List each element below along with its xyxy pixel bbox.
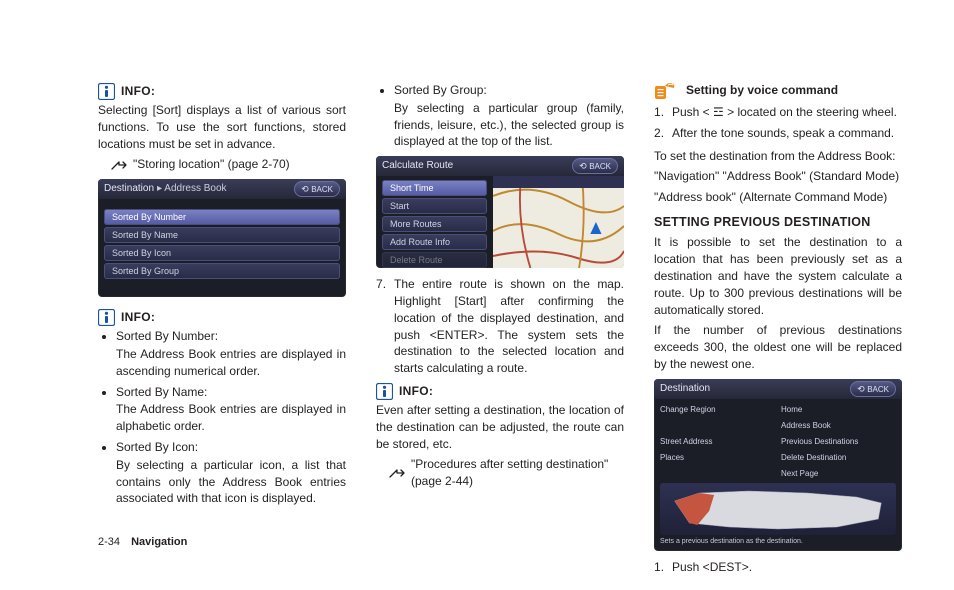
- info-label: INFO:: [121, 83, 155, 100]
- step-1: Push <DEST>.: [654, 559, 902, 576]
- shot-titlebar: Destination BACK: [654, 379, 902, 399]
- menu-item[interactable]: Places: [660, 451, 775, 465]
- paragraph: It is possible to set the destination to…: [654, 234, 902, 318]
- menu-list: Short Time Start More Routes Add Route Info…: [376, 176, 493, 268]
- shot-title: Destination: [104, 182, 154, 196]
- info-heading: INFO:: [98, 309, 346, 326]
- item-desc: By selecting a particular group (family,…: [394, 100, 624, 150]
- back-button[interactable]: BACK: [850, 381, 896, 398]
- list-item: Sorted By Icon: By selecting a particular…: [116, 439, 346, 507]
- menu-list: Sorted By Number Sorted By Name Sorted By …: [98, 199, 346, 287]
- step: After the tone sounds, speak a command.: [654, 125, 902, 142]
- page-number: 2-34: [98, 535, 120, 550]
- xref-text: "Procedures after setting destination" (…: [411, 456, 624, 490]
- voice-title: Setting by voice command: [686, 82, 838, 99]
- sort-explanations-cont: Sorted By Group: By selecting a particul…: [394, 82, 624, 150]
- menu-item[interactable]: Previous Destinations: [781, 435, 896, 449]
- menu-item[interactable]: Add Route Info: [382, 234, 487, 250]
- menu-item[interactable]: Sorted By Number: [104, 209, 340, 225]
- info-heading: INFO:: [98, 83, 346, 100]
- back-button[interactable]: BACK: [572, 158, 618, 175]
- step-4: The entire route is shown on the map. Hi…: [376, 276, 624, 377]
- xref-text: "Storing location" (page 2-70): [133, 156, 290, 173]
- menu-item[interactable]: Sorted By Name: [104, 227, 340, 243]
- breadcrumb: ▸ Address Book: [157, 182, 227, 196]
- step-list: The entire route is shown on the map. Hi…: [376, 276, 624, 377]
- item-title: Sorted By Number:: [116, 329, 218, 343]
- list-item: Sorted By Name: The Address Book entries …: [116, 384, 346, 435]
- info-icon: [98, 83, 115, 100]
- info-label: INFO:: [121, 309, 155, 326]
- xref-procedures: "Procedures after setting destination" (…: [388, 456, 624, 490]
- item-desc: The Address Book entries are displayed i…: [116, 401, 346, 435]
- sort-explanations: Sorted By Number: The Address Book entrie…: [116, 328, 346, 507]
- info-label: INFO:: [399, 383, 433, 400]
- voice-icon: [654, 80, 678, 100]
- map-preview: [493, 176, 624, 268]
- menu-item[interactable]: Change Region: [660, 403, 775, 417]
- menu-item[interactable]: Short Time: [382, 180, 487, 196]
- shot-title: Calculate Route: [382, 159, 453, 173]
- menu-item[interactable]: Next Page: [781, 467, 896, 481]
- item-title: Sorted By Group:: [394, 83, 487, 97]
- page-footer: 2-34 Navigation: [98, 535, 187, 550]
- paragraph: To set the destination from the Address …: [654, 148, 902, 165]
- menu-right: Home Address Book Previous Destinations Del…: [781, 403, 896, 481]
- item-desc: The Address Book entries are displayed i…: [116, 346, 346, 380]
- info-heading: INFO:: [376, 383, 624, 400]
- paragraph: "Navigation" "Address Book" (Standard Mo…: [654, 168, 902, 185]
- menu-item[interactable]: Sorted By Icon: [104, 245, 340, 261]
- item-desc: By selecting a particular icon, a list t…: [116, 457, 346, 507]
- step: Push < ☲ > located on the steering wheel…: [654, 104, 902, 121]
- menu-item[interactable]: Delete Destination: [781, 451, 896, 465]
- item-title: Sorted By Icon:: [116, 440, 198, 454]
- region-map: [660, 483, 896, 535]
- list-item: Sorted By Number: The Address Book entrie…: [116, 328, 346, 379]
- menu-left: Change Region Street Address Places: [660, 403, 775, 481]
- screenshot-destination: Destination BACK Change Region Street Add…: [654, 379, 902, 551]
- paragraph: If the number of previous destinations e…: [654, 322, 902, 372]
- menu-grid: Change Region Street Address Places Home Ad…: [654, 399, 902, 483]
- menu-item[interactable]: Sorted By Group: [104, 263, 340, 279]
- voice-steps: Push < ☲ > located on the steering wheel…: [654, 104, 902, 142]
- shot-titlebar: Destination ▸ Address Book BACK: [98, 179, 346, 199]
- step-list: Push <DEST>.: [654, 559, 902, 576]
- info-body: Selecting [Sort] displays a list of vari…: [98, 102, 346, 152]
- xref-storing-location: "Storing location" (page 2-70): [110, 156, 346, 173]
- info-icon: [376, 383, 393, 400]
- menu-item[interactable]: Street Address: [660, 435, 775, 449]
- menu-item[interactable]: More Routes: [382, 216, 487, 232]
- item-title: Sorted By Name:: [116, 385, 207, 399]
- menu-item[interactable]: [660, 419, 775, 433]
- menu-item[interactable]: Address Book: [781, 419, 896, 433]
- voice-heading: Setting by voice command: [654, 80, 902, 100]
- info-body: Even after setting a destination, the lo…: [376, 402, 624, 452]
- list-item: Sorted By Group: By selecting a particul…: [394, 82, 624, 150]
- page-category: Navigation: [131, 536, 187, 548]
- section-heading: Setting previous destination: [654, 214, 902, 232]
- back-button[interactable]: BACK: [294, 181, 340, 198]
- hint-text: Sets a previous destination as the desti…: [654, 537, 902, 551]
- shot-title: Destination: [660, 382, 710, 396]
- menu-item[interactable]: Delete Route: [382, 252, 487, 268]
- menu-item[interactable]: Home: [781, 403, 896, 417]
- menu-item[interactable]: Start: [382, 198, 487, 214]
- shot-titlebar: Calculate Route BACK: [376, 156, 624, 176]
- xref-icon: [388, 467, 406, 479]
- xref-icon: [110, 159, 128, 171]
- paragraph: "Address book" (Alternate Command Mode): [654, 189, 902, 206]
- screenshot-sort-menu: Destination ▸ Address Book BACK Sorted B…: [98, 179, 346, 297]
- screenshot-calc-route: Calculate Route BACK Short Time Start More…: [376, 156, 624, 268]
- info-icon: [98, 309, 115, 326]
